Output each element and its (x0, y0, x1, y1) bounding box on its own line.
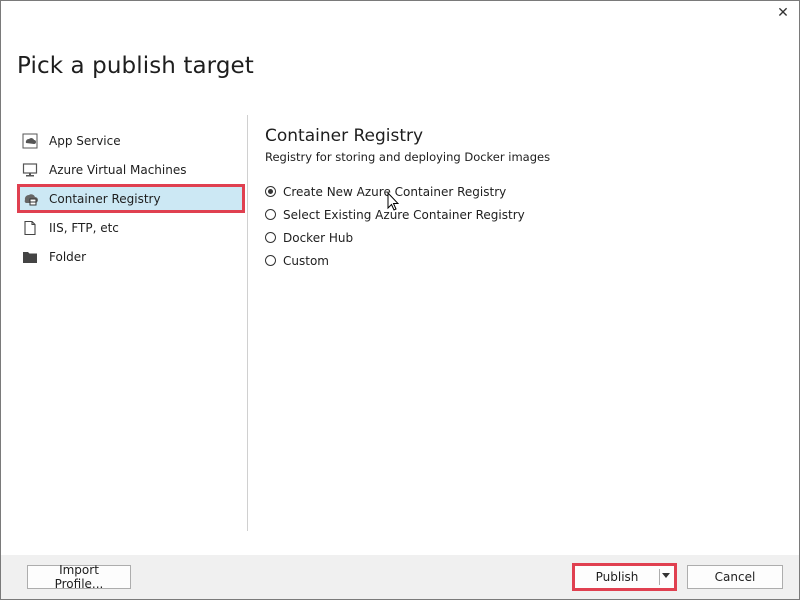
container-registry-icon (21, 190, 39, 208)
close-icon[interactable]: ✕ (775, 5, 791, 21)
import-profile-button[interactable]: Import Profile... (27, 563, 131, 591)
radio-checked-dot (268, 189, 273, 194)
folder-icon (21, 248, 39, 266)
split-separator (659, 569, 660, 585)
publish-dialog: ✕ Pick a publish target App Service Azur… (0, 0, 800, 600)
cancel-button[interactable]: Cancel (687, 565, 783, 589)
virtual-machine-icon (21, 161, 39, 179)
file-icon (21, 219, 39, 237)
option-select-existing[interactable]: Select Existing Azure Container Registry (265, 203, 765, 226)
option-docker-hub[interactable]: Docker Hub (265, 226, 765, 249)
radio-button[interactable] (265, 232, 276, 243)
sidebar-item-label: App Service (49, 133, 121, 148)
publish-split-button[interactable]: Publish (572, 563, 677, 591)
sidebar-item-azure-virtual-machines[interactable]: Azure Virtual Machines (17, 155, 245, 184)
chevron-down-icon[interactable] (662, 573, 670, 578)
content-subtitle: Registry for storing and deploying Docke… (265, 150, 551, 164)
radio-button[interactable] (265, 209, 276, 220)
sidebar-item-container-registry[interactable]: Container Registry (17, 184, 245, 213)
dialog-title: Pick a publish target (17, 53, 254, 79)
sidebar-item-label: Folder (49, 249, 87, 264)
panel-divider (247, 115, 248, 531)
option-label: Select Existing Azure Container Registry (283, 207, 525, 222)
sidebar-item-label: IIS, FTP, etc (49, 220, 119, 235)
mouse-pointer-icon (387, 191, 400, 216)
radio-button[interactable] (265, 255, 276, 266)
sidebar-item-app-service[interactable]: App Service (17, 126, 245, 155)
sidebar-item-label: Azure Virtual Machines (49, 162, 187, 177)
content-title: Container Registry (265, 126, 424, 146)
radio-button[interactable] (265, 186, 276, 197)
sidebar-item-iis-ftp[interactable]: IIS, FTP, etc (17, 213, 245, 242)
app-service-icon (21, 132, 39, 150)
target-details: Container Registry Registry for storing … (265, 126, 765, 272)
sidebar-item-label: Container Registry (49, 191, 161, 206)
target-list: App Service Azure Virtual Machines Conta… (17, 126, 245, 271)
publish-button[interactable]: Publish (575, 570, 659, 584)
option-create-new[interactable]: Create New Azure Container Registry (265, 180, 765, 203)
sidebar-item-folder[interactable]: Folder (17, 242, 245, 271)
option-label: Custom (283, 253, 329, 268)
option-custom[interactable]: Custom (265, 249, 765, 272)
registry-options: Create New Azure Container Registry Sele… (265, 180, 765, 272)
option-label: Docker Hub (283, 230, 354, 245)
